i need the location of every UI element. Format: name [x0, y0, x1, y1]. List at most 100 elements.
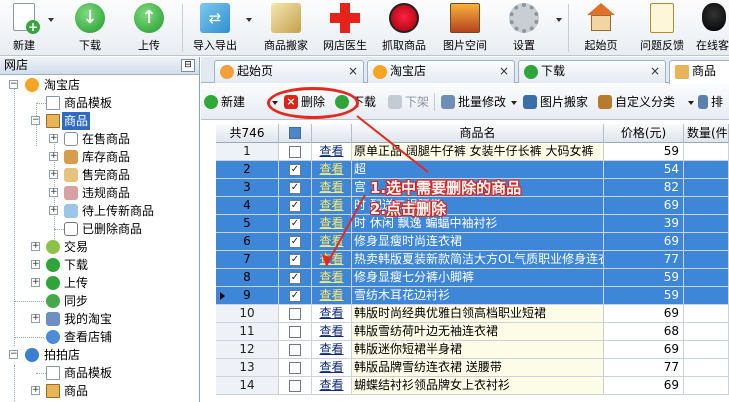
table-row[interactable]: 4 ✓ 查看时 配送二根腰带 69 — [216, 197, 729, 215]
table-row[interactable]: 7 ✓ 查看 热卖韩版夏装新款简洁大方OL气质职业修身连衣 77 — [216, 251, 729, 269]
row-checkbox-cell[interactable] — [279, 377, 312, 395]
name-header[interactable]: 商品名 — [352, 124, 604, 143]
view-link-cell[interactable]: 查看 — [312, 323, 352, 341]
import-export-dropdown-caret[interactable] — [246, 18, 252, 22]
table-row[interactable]: 11 查看 韩版雪纺荷叶边无袖连衣裙 68 — [216, 323, 729, 341]
view-link-cell[interactable]: 查看 — [312, 377, 352, 395]
move-goods-button[interactable]: 商品搬家 — [256, 0, 316, 56]
row-checkbox-cell[interactable]: ✓ — [279, 215, 312, 233]
row-checkbox[interactable] — [289, 146, 301, 158]
row-checkbox[interactable]: ✓ — [289, 218, 301, 230]
tree-node-taobao-shop[interactable]: − 淘宝店 — [0, 76, 199, 94]
tree-node-trade[interactable]: + 交易 — [0, 238, 199, 256]
close-icon[interactable]: × — [348, 61, 358, 82]
view-link[interactable]: 查看 — [319, 234, 343, 248]
category-dropdown-caret[interactable] — [688, 101, 694, 105]
tree-node-download[interactable]: + 下载 — [0, 256, 199, 274]
close-icon[interactable]: × — [499, 61, 509, 82]
row-checkbox[interactable]: ✓ — [289, 182, 301, 194]
panel-pin-button[interactable]: ⊟ — [181, 59, 195, 72]
row-checkbox[interactable]: ✓ — [289, 236, 301, 248]
tree-node-paipai-goods[interactable]: + 商品 — [0, 382, 199, 400]
table-row[interactable]: 6 ✓ 查看 修身显瘦时尚连衣裙 69 — [216, 233, 729, 251]
table-row[interactable]: 13 查看 韩版品牌雪纺连衣裙 送腰带 77 — [216, 359, 729, 377]
expand-toggle[interactable]: + — [31, 242, 40, 251]
tab-download[interactable]: 下载 × — [518, 60, 666, 83]
row-checkbox[interactable] — [289, 326, 301, 338]
expand-toggle[interactable]: + — [31, 260, 40, 269]
view-link-cell[interactable]: 查看 — [312, 233, 352, 251]
tree-node-goods[interactable]: − 商品 — [0, 112, 199, 130]
tree-node-goods-template[interactable]: 商品模板 — [0, 94, 199, 112]
expand-toggle[interactable]: + — [49, 170, 58, 179]
row-checkbox-cell[interactable]: ✓ — [279, 287, 312, 305]
tab-taobao-shop[interactable]: 淘宝店 × — [367, 60, 515, 83]
view-link[interactable]: 查看 — [319, 180, 343, 194]
tree-node-deleted[interactable]: 已删除商品 — [0, 220, 199, 238]
row-checkbox-cell[interactable]: ✓ — [279, 269, 312, 287]
view-link[interactable]: 查看 — [319, 306, 343, 320]
settings-button[interactable]: 设置 — [498, 0, 550, 56]
row-checkbox-cell[interactable]: ✓ — [279, 161, 312, 179]
row-checkbox-cell[interactable]: ✓ — [279, 179, 312, 197]
view-link[interactable]: 查看 — [319, 270, 343, 284]
view-link[interactable]: 查看 — [319, 216, 343, 230]
expand-toggle[interactable]: + — [49, 188, 58, 197]
settings-dropdown-caret[interactable] — [556, 18, 562, 22]
table-row[interactable]: 12 查看 韩版迷你短裙半身裙 69 — [216, 341, 729, 359]
table-row[interactable]: 5 ✓ 查看时 休闲 飘逸 蝙蝠中袖衬衫 39 — [216, 215, 729, 233]
price-header[interactable]: 价格(元) — [604, 124, 684, 143]
expand-toggle[interactable]: + — [49, 134, 58, 143]
tree-node-pending-upload[interactable]: + 待上传新商品 — [0, 202, 199, 220]
expand-toggle[interactable]: + — [49, 152, 58, 161]
tree-node-sold-out[interactable]: + 售完商品 — [0, 166, 199, 184]
table-row[interactable]: 1 查看 原单正品 阔腿牛仔裤 女装牛仔长裤 大码女裤 59 — [216, 143, 729, 161]
view-link-cell[interactable]: 查看 — [312, 341, 352, 359]
expand-toggle[interactable]: + — [31, 314, 40, 323]
view-link[interactable]: 查看 — [319, 324, 343, 338]
collapse-toggle[interactable]: − — [31, 116, 40, 125]
batch-edit-dropdown-caret[interactable] — [511, 101, 517, 105]
view-link-cell[interactable]: 查看 — [312, 287, 352, 305]
view-link-cell[interactable]: 查看 — [312, 197, 352, 215]
view-link-cell[interactable]: 查看 — [312, 359, 352, 377]
new-dropdown-caret[interactable] — [48, 18, 54, 22]
row-checkbox-cell[interactable]: ✓ — [279, 233, 312, 251]
view-link[interactable]: 查看 — [319, 198, 343, 212]
view-link-cell[interactable]: 查看 — [312, 143, 352, 161]
row-checkbox[interactable]: ✓ — [289, 272, 301, 284]
row-checkbox-cell[interactable]: ✓ — [279, 197, 312, 215]
import-export-button[interactable]: ⇄ 导入导出 — [186, 0, 244, 56]
select-all-checkbox[interactable] — [289, 127, 301, 139]
online-service-button[interactable]: 在线客 — [692, 0, 729, 56]
view-link-cell[interactable]: 查看 — [312, 161, 352, 179]
download-button[interactable]: ↓ 下载 — [62, 0, 118, 56]
view-link[interactable]: 查看 — [319, 252, 343, 266]
row-checkbox-cell[interactable] — [279, 341, 312, 359]
expand-toggle[interactable]: + — [31, 278, 40, 287]
view-link[interactable]: 查看 — [319, 288, 343, 302]
collapse-toggle[interactable]: − — [9, 350, 18, 359]
view-link[interactable]: 查看 — [319, 360, 343, 374]
tab-start-page[interactable]: 起始页 × — [214, 60, 364, 83]
select-all-header[interactable] — [279, 124, 312, 143]
row-checkbox-cell[interactable] — [279, 323, 312, 341]
row-checkbox[interactable]: ✓ — [289, 254, 301, 266]
view-link-cell[interactable]: 查看 — [312, 215, 352, 233]
row-checkbox[interactable]: ✓ — [289, 200, 301, 212]
start-page-button[interactable]: 起始页 — [574, 0, 628, 56]
row-checkbox[interactable] — [289, 380, 301, 392]
collapse-toggle[interactable]: − — [9, 80, 18, 89]
tab-goods[interactable]: 商品 — [669, 60, 729, 84]
view-link-cell[interactable]: 查看 — [312, 179, 352, 197]
row-checkbox[interactable] — [289, 344, 301, 356]
shop-doctor-button[interactable]: 网店医生 — [316, 0, 374, 56]
row-checkbox-cell[interactable]: ✓ — [279, 251, 312, 269]
qty-header[interactable]: 数量(件 — [684, 124, 729, 143]
row-checkbox-cell[interactable] — [279, 359, 312, 377]
table-row[interactable]: 14 查看 蝴蝶结衬衫领品牌女上衣衬衫 69 — [216, 377, 729, 395]
feedback-button[interactable]: 问题反馈 — [632, 0, 692, 56]
view-link[interactable]: 查看 — [319, 144, 343, 158]
tree-node-sync[interactable]: 同步 — [0, 292, 199, 310]
expand-toggle[interactable]: + — [49, 206, 58, 215]
